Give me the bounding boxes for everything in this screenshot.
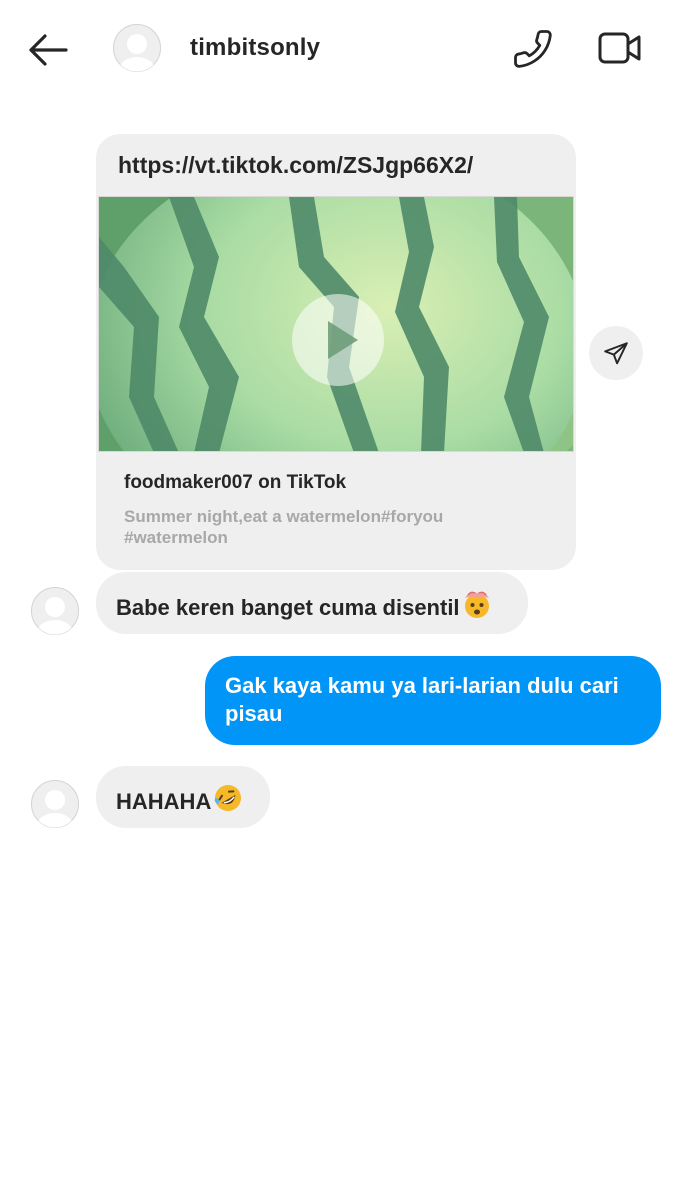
message-text: Babe keren banget cuma disentil bbox=[116, 595, 460, 620]
shared-link-url[interactable]: https://vt.tiktok.com/ZSJgp66X2/ bbox=[118, 152, 473, 179]
shared-link-card[interactable]: https://vt.tiktok.com/ZSJgp66X2/ foodmak… bbox=[96, 134, 576, 570]
exploding-head-emoji bbox=[462, 589, 492, 626]
play-icon bbox=[292, 294, 384, 386]
shared-link-description: Summer night,eat a watermelon#foryou #wa… bbox=[124, 507, 444, 547]
chat-header: timbitsonly bbox=[0, 0, 675, 96]
message-bubble[interactable]: HAHAHA bbox=[96, 766, 270, 828]
phone-icon bbox=[514, 30, 552, 68]
shared-link-title: foodmaker007 on TikTok bbox=[124, 472, 347, 493]
contact-avatar[interactable] bbox=[31, 587, 79, 635]
paper-plane-icon bbox=[604, 342, 628, 365]
message-bubble[interactable]: Babe keren banget cuma disentil bbox=[96, 572, 528, 634]
message-bubble-sent[interactable]: Gak kaya kamu ya lari-larian dulu cari p… bbox=[205, 656, 661, 745]
message-text: Gak kaya kamu ya lari-larian dulu cari p… bbox=[225, 673, 619, 726]
rolling-on-floor-laughing-emoji bbox=[213, 783, 243, 820]
back-button[interactable] bbox=[26, 32, 70, 68]
video-thumbnail[interactable] bbox=[98, 196, 574, 452]
video-camera-icon bbox=[598, 32, 641, 64]
contact-avatar[interactable] bbox=[113, 24, 161, 72]
video-call-button[interactable] bbox=[597, 30, 643, 66]
contact-username[interactable]: timbitsonly bbox=[190, 34, 320, 62]
arrow-left-icon bbox=[29, 34, 68, 66]
message-text: HAHAHA bbox=[116, 789, 212, 814]
audio-call-button[interactable] bbox=[512, 28, 554, 70]
play-button[interactable] bbox=[291, 293, 385, 387]
contact-avatar[interactable] bbox=[31, 780, 79, 828]
share-forward-button[interactable] bbox=[589, 326, 643, 380]
